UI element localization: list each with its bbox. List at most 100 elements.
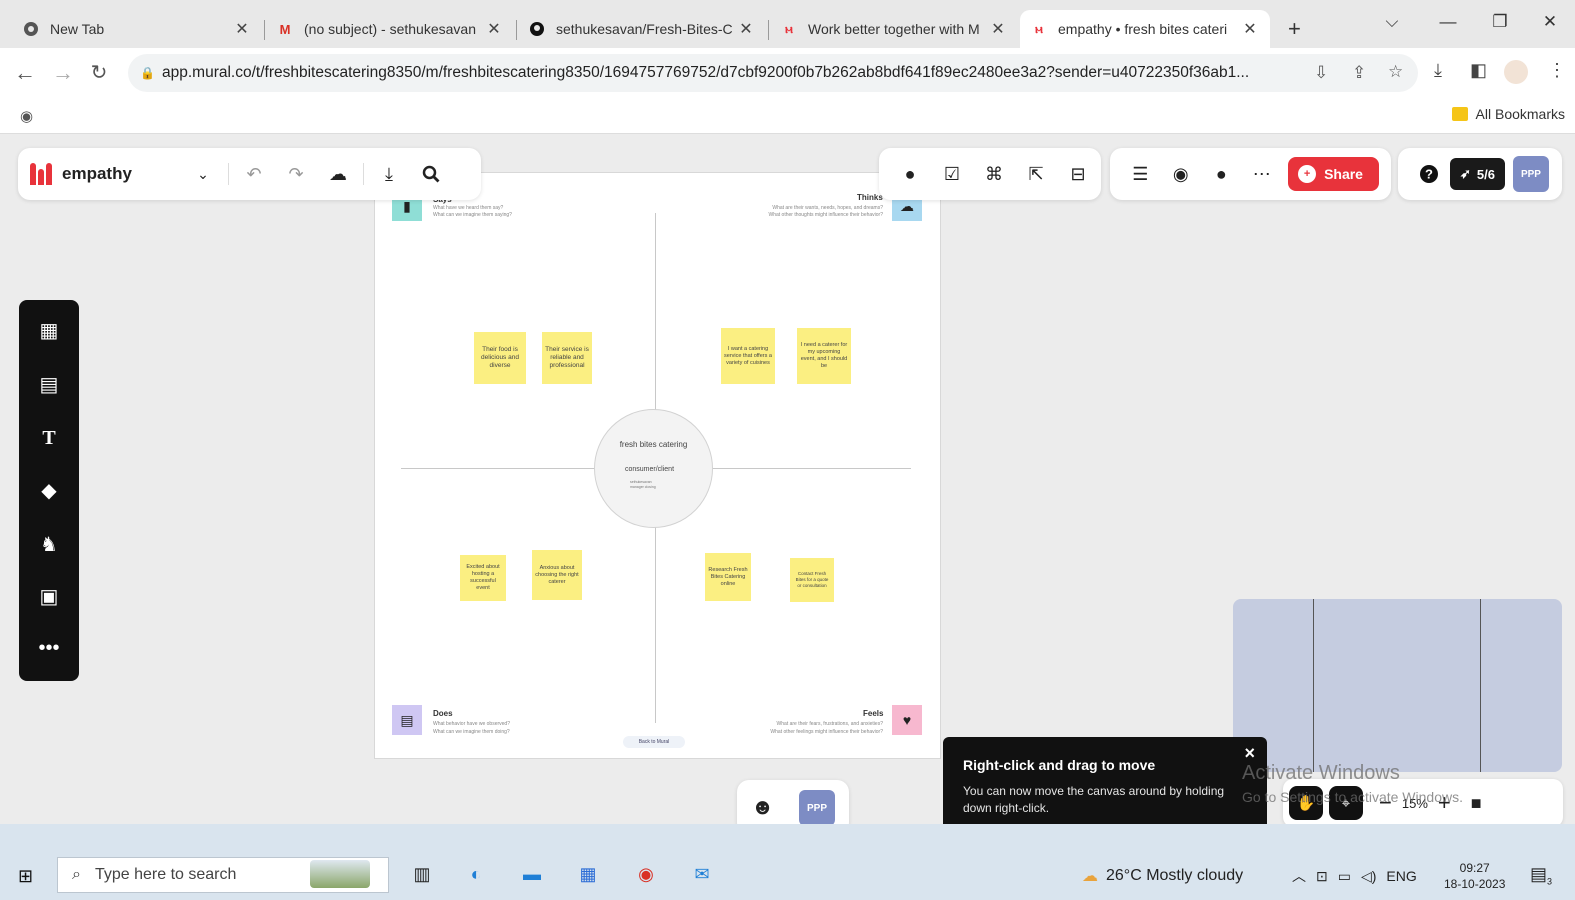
install-app-icon[interactable]: ⇩: [1314, 63, 1328, 83]
share-button[interactable]: + Share: [1288, 157, 1379, 191]
persona-circle[interactable]: fresh bites catering consumer/client set…: [594, 409, 713, 528]
side-panel-icon[interactable]: ◧: [1470, 60, 1487, 81]
minimize-button[interactable]: —: [1428, 12, 1468, 38]
templates-icon[interactable]: ▦: [19, 312, 79, 348]
new-tab-button[interactable]: +: [1278, 10, 1314, 48]
battery-icon[interactable]: ⊡: [1316, 868, 1328, 885]
minimap[interactable]: [1233, 599, 1562, 772]
persona-detail: sethukesavan manager closing: [630, 480, 656, 489]
clock-date: 18-10-2023: [1444, 877, 1506, 891]
mural-logo[interactable]: [30, 163, 52, 185]
back-to-mural-link[interactable]: Back to Mural: [623, 736, 685, 748]
url-bar[interactable]: 🔒 app.mural.co/t/freshbitescatering8350/…: [128, 54, 1418, 92]
watermark-line-2: Go to Settings to activate Windows.: [1242, 789, 1463, 805]
store-icon[interactable]: ▦: [574, 860, 602, 888]
summon-cursor-icon[interactable]: ⇱: [1022, 160, 1050, 188]
shapes-icon[interactable]: ◆: [19, 472, 79, 508]
svg-text:?: ?: [1425, 167, 1433, 182]
close-tab-icon[interactable]: ✕: [736, 19, 756, 39]
taskbar-clock[interactable]: 09:27 18-10-2023: [1444, 860, 1505, 892]
all-bookmarks-button[interactable]: All Bookmarks: [1451, 106, 1565, 122]
left-tool-palette: ▦ ▤ T ◆ ♞ ▣ •••: [19, 300, 79, 681]
comments-icon[interactable]: ◉: [1168, 160, 1195, 188]
sticky-note[interactable]: I want a catering service that offers a …: [721, 328, 775, 384]
image-icon[interactable]: ▣: [19, 578, 79, 614]
close-tab-icon[interactable]: ✕: [484, 19, 504, 39]
llama-icon[interactable]: ♞: [19, 526, 79, 562]
emoji-reaction-icon[interactable]: ☻: [751, 794, 774, 820]
edge-icon[interactable]: ◐: [462, 860, 490, 888]
binoculars-icon[interactable]: ⌘: [980, 160, 1008, 188]
maximize-button[interactable]: ❐: [1480, 12, 1520, 38]
close-tab-icon[interactable]: ✕: [988, 19, 1008, 39]
tab-gmail[interactable]: M (no subject) - sethukesavan ✕: [266, 10, 514, 48]
sticky-note[interactable]: Their service is reliable and profession…: [542, 332, 592, 384]
search-highlight-image[interactable]: [310, 860, 370, 888]
cloud-saved-icon[interactable]: ☁: [324, 160, 352, 188]
mural-canvas[interactable]: ▮ Says What have we heard them say? What…: [0, 134, 1575, 824]
members-icon[interactable]: ●: [1208, 160, 1235, 188]
downloads-icon[interactable]: ⤓: [1434, 60, 1442, 81]
sticky-note[interactable]: Research Fresh Bites Catering online: [705, 553, 751, 601]
chrome-taskbar-icon[interactable]: ◉: [632, 860, 660, 888]
windows-start-icon[interactable]: ⊞: [18, 866, 33, 887]
empathy-map-board[interactable]: ▮ Says What have we heard them say? What…: [374, 172, 941, 759]
toolbar-divider: [363, 163, 364, 185]
search-icon[interactable]: [417, 160, 445, 188]
sticky-note[interactable]: I need a caterer for my upcoming event, …: [797, 328, 851, 384]
sticky-note-icon[interactable]: ▤: [19, 366, 79, 402]
tab-empathy-active[interactable]: ⲙ empathy • fresh bites cateri ✕: [1020, 10, 1270, 48]
tab-title: New Tab: [50, 21, 105, 37]
task-view-icon[interactable]: ▥: [408, 860, 436, 888]
bookmark-star-icon[interactable]: ☆: [1388, 62, 1403, 82]
weather-widget[interactable]: ☁ 26°C Mostly cloudy: [1082, 866, 1243, 886]
clock-time: 09:27: [1459, 861, 1490, 875]
chrome-menu-icon[interactable]: ⋮: [1548, 60, 1566, 81]
tab-separator: [768, 20, 769, 40]
forward-icon[interactable]: →: [48, 58, 78, 88]
tab-github[interactable]: sethukesavan/Fresh-Bites-C ✕: [518, 10, 766, 48]
collaborator-avatar[interactable]: PPP: [799, 790, 835, 824]
back-icon[interactable]: ←: [10, 58, 40, 88]
more-tools-icon[interactable]: •••: [19, 630, 79, 666]
file-explorer-icon[interactable]: ▬: [518, 860, 546, 888]
globe-icon[interactable]: ◉: [20, 107, 33, 125]
notifications-icon[interactable]: ▤3: [1530, 864, 1552, 887]
sticky-note[interactable]: Their food is delicious and diverse: [474, 332, 526, 384]
volume-icon[interactable]: ◁): [1361, 868, 1376, 885]
close-window-button[interactable]: ✕: [1530, 12, 1570, 38]
tab-separator: [264, 20, 265, 40]
network-icon[interactable]: ▭: [1338, 868, 1351, 885]
onboarding-progress-button[interactable]: ➶ 5/6: [1450, 158, 1505, 190]
language-indicator[interactable]: ENG: [1386, 868, 1416, 884]
sticky-note[interactable]: Anxious about choosing the right caterer: [532, 550, 582, 600]
user-avatar[interactable]: PPP: [1512, 156, 1549, 192]
chevron-down-icon[interactable]: ⌄: [189, 160, 217, 188]
help-icon[interactable]: ?: [1415, 160, 1443, 188]
undo-icon[interactable]: ↶: [240, 160, 268, 188]
text-tool-icon[interactable]: T: [19, 420, 79, 456]
voting-icon[interactable]: ☑: [938, 160, 966, 188]
sticky-note[interactable]: Excited about hosting a successful event: [460, 555, 506, 601]
mural-title[interactable]: empathy: [62, 164, 182, 184]
minimap-toggle-icon[interactable]: ■: [1471, 793, 1482, 814]
timer-icon[interactable]: ●: [896, 160, 924, 188]
sticky-note[interactable]: Contact Fresh Bites for a quote or consu…: [790, 558, 834, 602]
outline-icon[interactable]: ☰: [1127, 160, 1154, 188]
lock-content-icon[interactable]: ⊟: [1064, 160, 1092, 188]
more-options-icon[interactable]: ⋯: [1249, 160, 1276, 188]
tab-mural-work[interactable]: ⲙ Work better together with M ✕: [770, 10, 1018, 48]
redo-icon[interactable]: ↷: [282, 160, 310, 188]
close-tab-icon[interactable]: ✕: [232, 19, 252, 39]
share-page-icon[interactable]: ⇪: [1352, 63, 1366, 83]
tab-search-dropdown-icon[interactable]: ⌵: [1372, 12, 1412, 38]
tab-new-tab[interactable]: New Tab ✕: [12, 10, 262, 48]
chevron-up-icon[interactable]: ︿: [1292, 866, 1306, 886]
download-icon[interactable]: ⤓: [375, 160, 403, 188]
mail-icon[interactable]: ✉: [688, 860, 716, 888]
says-subtitle-1: What have we heard them say?: [433, 205, 504, 211]
profile-avatar[interactable]: [1504, 60, 1528, 84]
close-tab-icon[interactable]: ✕: [1240, 19, 1260, 39]
reload-icon[interactable]: ↻: [84, 58, 114, 88]
close-toast-icon[interactable]: ×: [1244, 743, 1255, 764]
